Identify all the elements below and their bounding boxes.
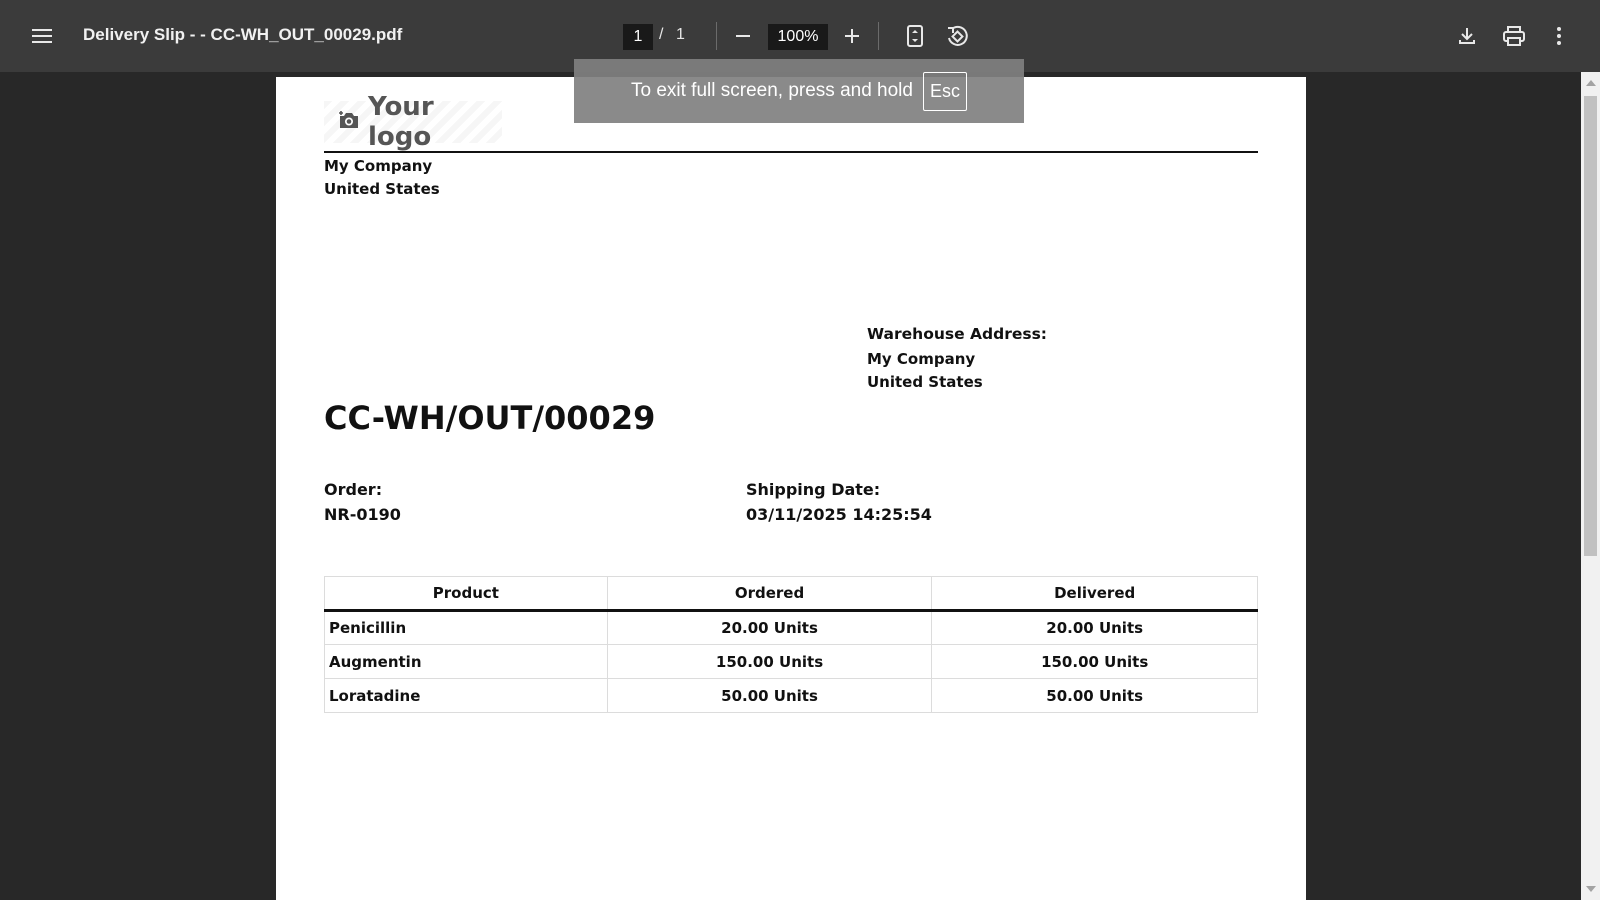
zoom-input[interactable]: 100% [768,24,828,50]
page-separator: / [659,26,664,43]
delivery-items-table: Product Ordered Delivered Penicillin 20.… [324,576,1258,713]
fit-page-icon[interactable] [897,18,933,54]
esc-key-badge: Esc [922,71,967,111]
delivered-cell: 50.00 Units [931,678,1258,713]
scroll-up-arrow-icon[interactable] [1586,80,1596,86]
camera-icon [338,110,360,134]
product-cell: Augmentin [324,644,608,679]
fullscreen-exit-toast: To exit full screen, press and hold Esc [574,59,1024,123]
warehouse-name: My Company [867,350,976,368]
document-number: CC-WH/OUT/00029 [324,399,656,437]
toolbar-divider [716,22,717,50]
delivered-cell: 150.00 Units [931,644,1258,679]
logo-text: Your logo [368,92,434,152]
warehouse-label: Warehouse Address: [867,325,1048,343]
column-header-product: Product [324,576,608,612]
toast-message: To exit full screen, press and hold [630,80,913,101]
warehouse-country: United States [867,373,983,391]
menu-icon[interactable] [24,18,60,54]
company-name: My Company [324,157,433,175]
company-logo: Your logo [324,92,502,152]
vertical-scrollbar[interactable] [1581,72,1600,900]
plus-icon[interactable] [834,18,870,54]
column-header-ordered: Ordered [606,576,933,612]
product-cell: Penicillin [324,610,608,645]
product-cell: Loratadine [324,678,608,713]
print-icon[interactable] [1496,18,1532,54]
table-row: Augmentin 150.00 Units 150.00 Units [324,644,1258,679]
company-country: United States [324,180,440,198]
page-number-input[interactable]: 1 [623,24,653,50]
ordered-cell: 20.00 Units [606,610,933,645]
rotate-icon[interactable] [939,18,975,54]
download-icon[interactable] [1449,18,1485,54]
pdf-page: Your logo My Company United States Wareh… [276,77,1306,900]
scroll-down-arrow-icon[interactable] [1586,886,1596,892]
column-header-delivered: Delivered [931,576,1258,612]
document-title: Delivery Slip - - CC-WH_OUT_00029.pdf [83,25,403,44]
table-row: Penicillin 20.00 Units 20.00 Units [324,610,1258,645]
table-header-row: Product Ordered Delivered [324,576,1258,612]
delivered-cell: 20.00 Units [931,610,1258,645]
minus-icon[interactable] [725,18,761,54]
scrollbar-thumb[interactable] [1584,96,1597,556]
toolbar-divider [878,22,879,50]
order-label: Order: [324,480,383,499]
page-total: 1 [676,26,685,43]
header-divider [324,151,1258,153]
shipping-date-value: 03/11/2025 14:25:54 [746,505,932,524]
more-vert-icon[interactable] [1541,18,1577,54]
order-value: NR-0190 [324,505,401,524]
shipping-date-label: Shipping Date: [746,480,881,499]
ordered-cell: 50.00 Units [606,678,933,713]
ordered-cell: 150.00 Units [606,644,933,679]
table-row: Loratadine 50.00 Units 50.00 Units [324,678,1258,713]
